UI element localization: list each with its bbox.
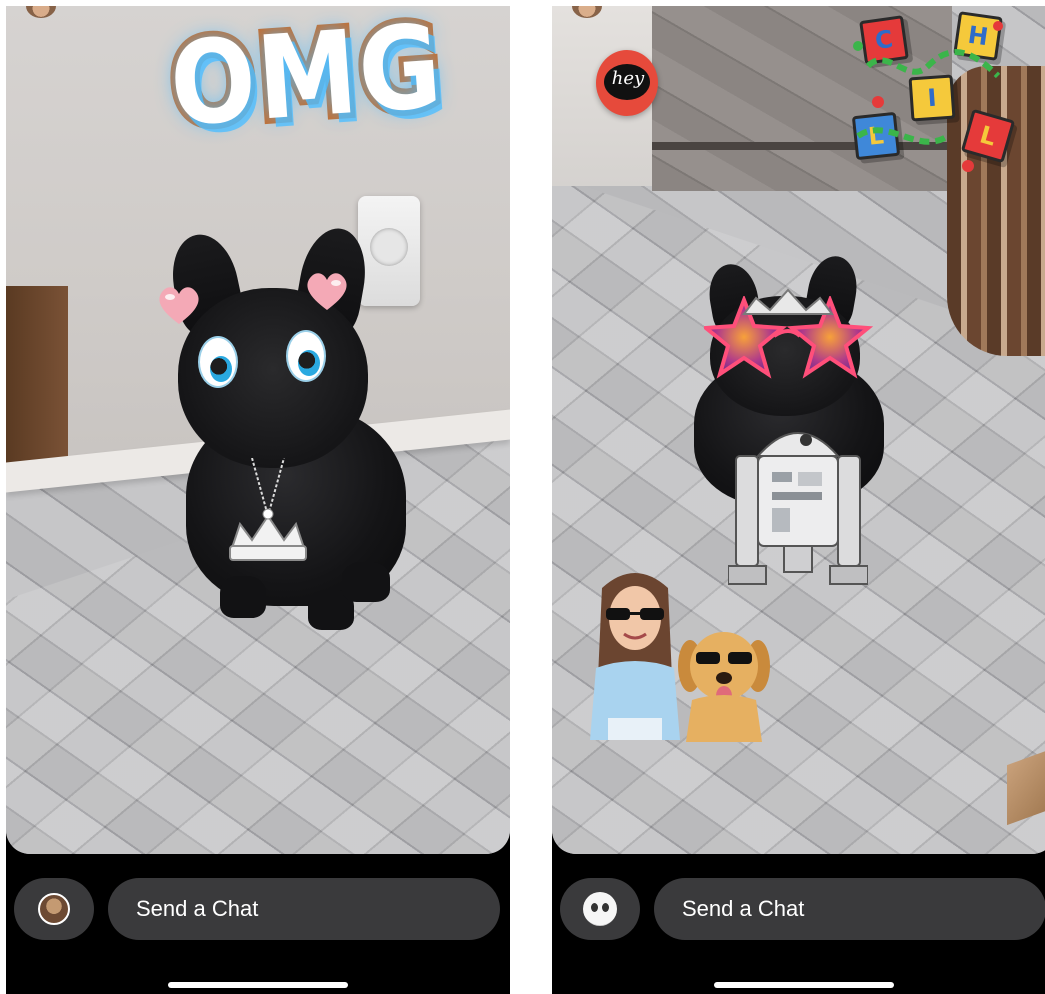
- bitmoji-dog-sticker: [678, 632, 770, 742]
- r2d2-sticker: [728, 432, 868, 585]
- send-chat-input[interactable]: Send a Chat: [108, 878, 500, 940]
- chat-bar-right: Send a Chat: [552, 854, 1045, 994]
- chat-bar-left: Send a Chat: [6, 854, 510, 994]
- ghost-avatar-icon: [583, 892, 617, 926]
- heart-sticker-right: [307, 273, 347, 310]
- home-indicator: [168, 982, 348, 988]
- bitmoji-woman-sticker: [590, 573, 680, 740]
- crown-necklace-sticker: [229, 458, 307, 561]
- snap-preview-left: OMG Send a Chat: [6, 6, 510, 994]
- dog-paw-back: [342, 562, 390, 602]
- dog-paw-left: [220, 576, 266, 618]
- ghost-avatar-button[interactable]: [560, 878, 640, 940]
- hey-text: hey: [611, 68, 645, 89]
- googly-eye-right: [286, 330, 326, 382]
- googly-pupil-left: [210, 356, 232, 382]
- chill-confetti: [853, 21, 1003, 172]
- omg-sticker: OMG: [161, 6, 453, 158]
- bitmoji-avatar-icon: [38, 893, 70, 925]
- snap-image-left: OMG: [6, 6, 510, 854]
- home-indicator: [714, 982, 894, 988]
- snap-preview-right: hey C H I L L Send a Chat: [552, 6, 1045, 994]
- googly-eye-left: [198, 336, 238, 388]
- hey-mouth-sticker: hey: [596, 50, 658, 116]
- heart-sticker-left: [159, 287, 199, 324]
- snap-image-right: hey C H I L L: [552, 6, 1045, 854]
- tiara-sticker: [742, 288, 834, 315]
- bitmoji-avatar-button[interactable]: [14, 878, 94, 940]
- send-chat-input[interactable]: Send a Chat: [654, 878, 1045, 940]
- googly-pupil-right: [298, 350, 320, 376]
